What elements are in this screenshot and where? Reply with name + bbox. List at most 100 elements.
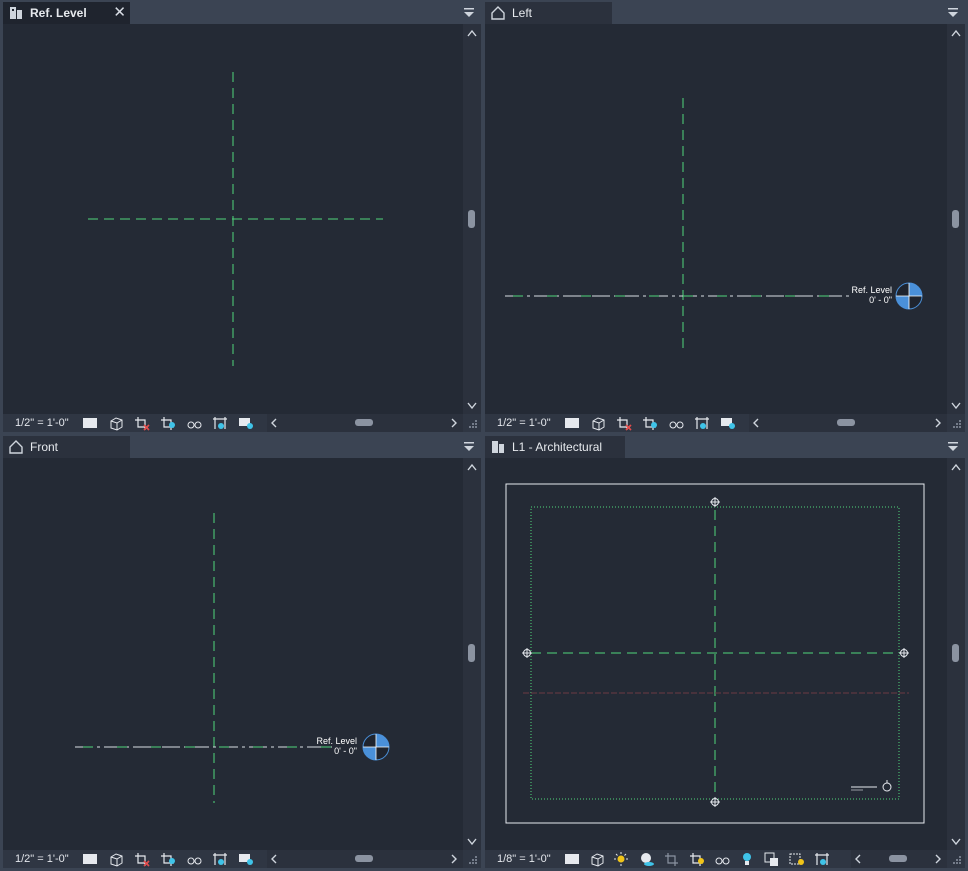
crop-hide-icon[interactable]	[133, 851, 151, 867]
floor-plan-icon	[10, 7, 22, 19]
visual-style-cube-icon[interactable]	[588, 851, 606, 867]
scroll-thumb[interactable]	[889, 855, 907, 862]
level-elevation-label: 0' - 0"	[869, 295, 892, 305]
scroll-down-icon[interactable]	[466, 836, 478, 846]
tab-l1-architectural[interactable]: L1 - Architectural	[485, 436, 625, 458]
elevation-marker-top-icon	[710, 497, 720, 507]
horizontal-scrollbar[interactable]	[267, 414, 463, 432]
view-menu-arrow-icon[interactable]	[463, 440, 475, 454]
resize-grip-icon[interactable]	[952, 419, 962, 429]
view-scale[interactable]: 1/2" = 1'-0"	[15, 853, 69, 865]
resize-grip-icon[interactable]	[468, 855, 478, 865]
scroll-up-icon[interactable]	[466, 28, 478, 38]
drawing-canvas[interactable]: Ref. Level 0' - 0"	[3, 458, 463, 850]
detail-level-icon[interactable]	[81, 851, 99, 867]
drawing-canvas[interactable]: Ref. Level 0' - 0"	[485, 24, 947, 414]
scroll-thumb[interactable]	[468, 210, 475, 228]
view-pane-ref-level: Ref. Level ✕ 1/2" = 1'-0"	[3, 2, 481, 432]
tab-label: Front	[30, 440, 59, 454]
scroll-left-icon[interactable]	[269, 417, 279, 429]
resize-grip-icon[interactable]	[952, 855, 962, 865]
view-scale[interactable]: 1/2" = 1'-0"	[15, 417, 69, 429]
temporary-hide-glasses-icon[interactable]	[713, 851, 731, 867]
view-menu-arrow-icon[interactable]	[947, 6, 959, 20]
temporary-hide-glasses-icon[interactable]	[667, 415, 685, 431]
scroll-thumb[interactable]	[952, 210, 959, 228]
elevation-lines: Ref. Level 0' - 0"	[75, 513, 390, 803]
sun-path-icon[interactable]	[613, 851, 631, 867]
view-pane-l1-architectural: L1 - Architectural 1/8" = 1'-0"	[485, 436, 965, 868]
view-scale[interactable]: 1/2" = 1'-0"	[497, 417, 551, 429]
vertical-scrollbar[interactable]	[947, 24, 965, 414]
analytical-model-icon[interactable]	[237, 415, 255, 431]
detail-level-icon[interactable]	[81, 415, 99, 431]
crop-region-visible-icon[interactable]	[688, 851, 706, 867]
view-pane-front: Front Ref. Level 0' - 0" 1/2" = 1'-0"	[3, 436, 481, 868]
temporary-hide-glasses-icon[interactable]	[185, 851, 203, 867]
scroll-thumb[interactable]	[837, 419, 855, 426]
tab-front[interactable]: Front	[3, 436, 130, 458]
crop-region-visible-icon[interactable]	[159, 415, 177, 431]
temporary-hide-glasses-icon[interactable]	[185, 415, 203, 431]
crop-region-visible-icon[interactable]	[641, 415, 659, 431]
tab-bar: Front	[3, 436, 481, 458]
drawing-canvas[interactable]	[3, 24, 463, 414]
scroll-left-icon[interactable]	[751, 417, 761, 429]
reveal-hidden-icon[interactable]	[211, 851, 229, 867]
analytical-model-icon[interactable]	[719, 415, 737, 431]
scroll-right-icon[interactable]	[933, 417, 943, 429]
level-head-icon	[362, 733, 390, 761]
visual-style-cube-icon[interactable]	[589, 415, 607, 431]
worksharing-display-icon[interactable]	[763, 851, 781, 867]
scroll-left-icon[interactable]	[269, 853, 279, 865]
scroll-up-icon[interactable]	[950, 462, 962, 472]
reveal-hidden-icon[interactable]	[693, 415, 711, 431]
scroll-down-icon[interactable]	[950, 400, 962, 410]
visual-style-cube-icon[interactable]	[107, 415, 125, 431]
vertical-scrollbar[interactable]	[947, 458, 965, 850]
vertical-scrollbar[interactable]	[463, 458, 481, 850]
close-icon[interactable]: ✕	[113, 5, 126, 20]
tab-ref-level[interactable]: Ref. Level ✕	[3, 2, 130, 24]
view-scale[interactable]: 1/8" = 1'-0"	[497, 853, 551, 865]
scroll-thumb[interactable]	[468, 644, 475, 662]
scroll-down-icon[interactable]	[466, 400, 478, 410]
scroll-down-icon[interactable]	[950, 836, 962, 846]
horizontal-scrollbar[interactable]	[749, 414, 947, 432]
scroll-up-icon[interactable]	[950, 28, 962, 38]
scroll-right-icon[interactable]	[933, 853, 943, 865]
reveal-hidden-bulb-icon[interactable]	[738, 851, 756, 867]
scroll-up-icon[interactable]	[466, 462, 478, 472]
shadows-icon[interactable]	[638, 851, 656, 867]
crop-hide-icon[interactable]	[615, 415, 633, 431]
horizontal-scrollbar[interactable]	[267, 850, 463, 868]
level-elevation-label: 0' - 0"	[334, 746, 357, 756]
view-menu-arrow-icon[interactable]	[947, 440, 959, 454]
tab-bar: L1 - Architectural	[485, 436, 965, 458]
vertical-scrollbar[interactable]	[463, 24, 481, 414]
highlight-displacement-icon[interactable]	[788, 851, 806, 867]
scroll-thumb[interactable]	[952, 644, 959, 662]
scroll-thumb[interactable]	[355, 855, 373, 862]
tab-left[interactable]: Left	[485, 2, 612, 24]
elevation-house-icon	[491, 6, 505, 20]
scroll-right-icon[interactable]	[449, 853, 459, 865]
crop-region-visible-icon[interactable]	[159, 851, 177, 867]
level-head-icon	[895, 282, 923, 310]
drawing-canvas[interactable]	[485, 458, 947, 850]
detail-level-icon[interactable]	[563, 851, 581, 867]
resize-grip-icon[interactable]	[468, 419, 478, 429]
detail-level-icon[interactable]	[563, 415, 581, 431]
scroll-right-icon[interactable]	[449, 417, 459, 429]
view-menu-arrow-icon[interactable]	[463, 6, 475, 20]
scroll-thumb[interactable]	[355, 419, 373, 426]
crop-view-icon[interactable]	[663, 851, 681, 867]
reveal-hidden-icon[interactable]	[211, 415, 229, 431]
scroll-left-icon[interactable]	[853, 853, 863, 865]
reveal-constraints-icon[interactable]	[813, 851, 831, 867]
visual-style-cube-icon[interactable]	[107, 851, 125, 867]
analytical-model-icon[interactable]	[237, 851, 255, 867]
elevation-marker-right-icon	[899, 648, 909, 658]
horizontal-scrollbar[interactable]	[851, 850, 947, 868]
crop-hide-icon[interactable]	[133, 415, 151, 431]
